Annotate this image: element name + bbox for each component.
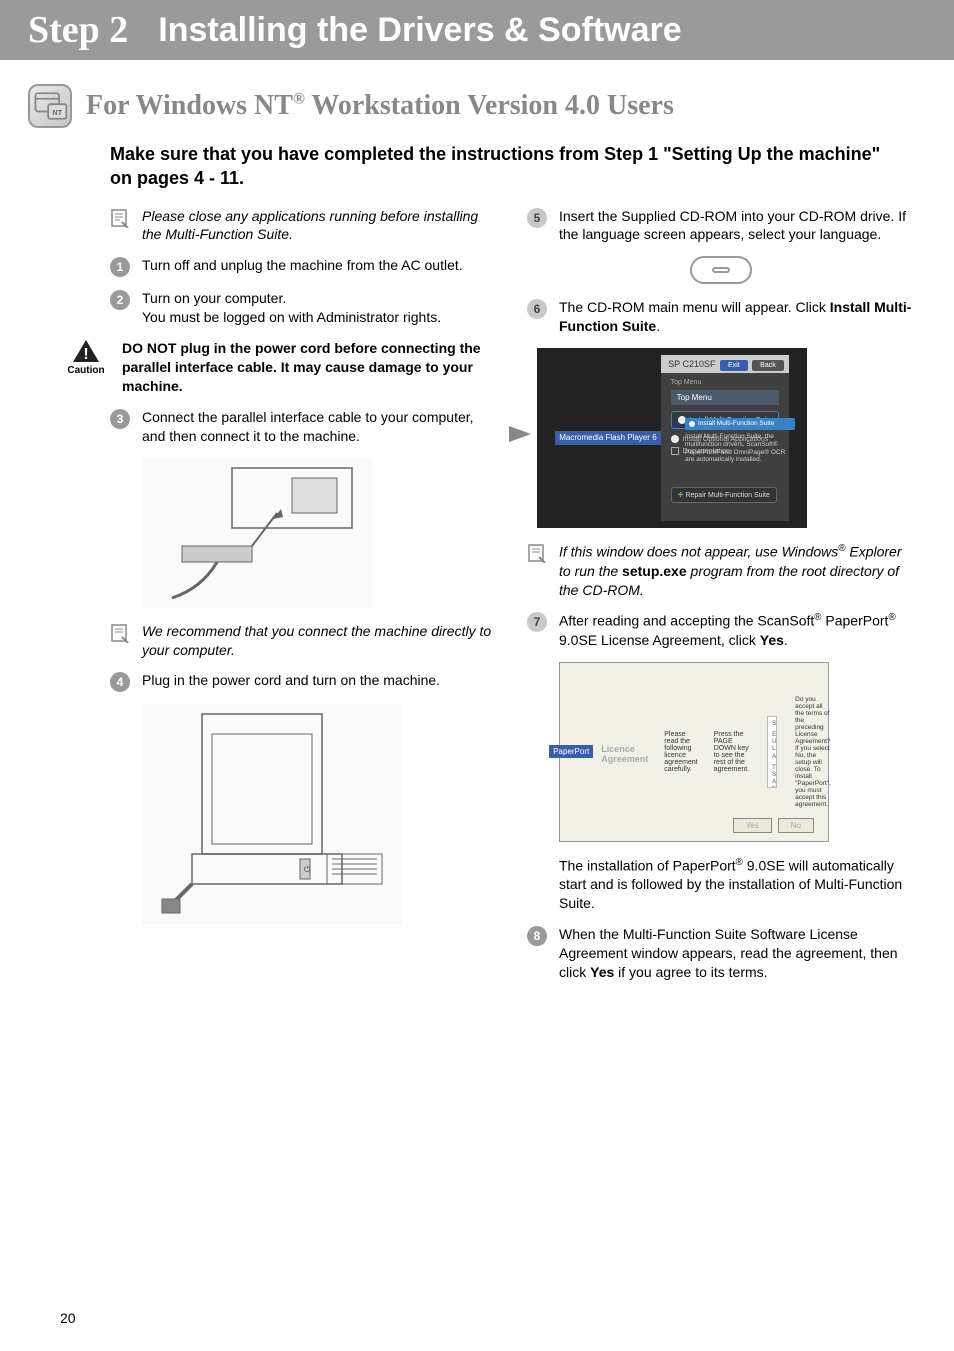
svg-text:NT: NT (52, 108, 62, 117)
step-4-badge: 4 (110, 672, 130, 692)
note-icon (110, 623, 130, 643)
step7-mid2: 9.0SE License Agreement, click (559, 632, 760, 648)
step-2-badge: 2 (110, 290, 130, 310)
license-heading: Licence Agreement (593, 740, 656, 764)
menu-model: SP C210SF (668, 359, 715, 369)
step7-sup1: ® (814, 612, 821, 623)
step7-prefix: After reading and accepting the ScanSoft (559, 613, 814, 629)
cd-icon (671, 435, 679, 443)
page-number: 20 (60, 1310, 76, 1326)
figure-power-on: ⏻ (142, 704, 402, 924)
step-6-text: The CD-ROM main menu will appear. Click … (559, 298, 914, 336)
post7-prefix: The installation of PaperPort (559, 858, 736, 874)
left-column: Please close any applications running be… (110, 207, 497, 994)
license-sub2: Press the PAGE DOWN key to see the rest … (706, 729, 757, 775)
intro-text: Make sure that you have completed the in… (0, 138, 954, 207)
license-sub1: Please read the following licence agreem… (656, 729, 705, 775)
menu-desc-body: Install Multi-Function Suite: the multif… (685, 433, 785, 463)
section-heading: NT For Windows NT® Workstation Version 4… (0, 60, 954, 138)
step-3-text: Connect the parallel interface cable to … (142, 408, 497, 446)
section-title: For Windows NT® Workstation Version 4.0 … (86, 90, 674, 122)
note-icon (527, 543, 547, 563)
note-close-apps: Please close any applications running be… (142, 207, 497, 245)
menu-item-description: Install Multi-Function Suite Install Mul… (685, 418, 795, 464)
step-8-badge: 8 (527, 926, 547, 946)
menu-exit-button[interactable]: Exit (720, 360, 748, 371)
arrow-icon (509, 426, 531, 442)
step-6-suffix: . (656, 318, 660, 334)
note3-prefix: If this window does not appear, use Wind… (559, 544, 838, 560)
warning-icon: ! (72, 339, 100, 363)
note3-bold: setup.exe (622, 563, 687, 579)
step-1-text: Turn off and unplug the machine from the… (142, 256, 497, 275)
cd-icon (689, 421, 695, 427)
caution-text: DO NOT plug in the power cord before con… (122, 339, 497, 396)
step8-bold: Yes (590, 964, 614, 980)
menu-section-label: Top Menu (671, 390, 779, 405)
os-heading-suffix: Workstation Version 4.0 Users (305, 90, 674, 121)
step7-bold: Yes (760, 632, 784, 648)
step-label: Step 2 (28, 8, 128, 52)
step-6-badge: 6 (527, 299, 547, 319)
right-column: 5 Insert the Supplied CD-ROM into your C… (527, 207, 914, 994)
menu-item-repair-label: Repair Multi-Function Suite (685, 492, 769, 499)
step-3-badge: 3 (110, 409, 130, 429)
menu-breadcrumb: Top Menu (671, 377, 779, 388)
license-no-button[interactable]: No (778, 818, 814, 833)
license-text-area[interactable]: ScanSoft End User License Agreement THE … (767, 716, 777, 788)
step-5-text: Insert the Supplied CD-ROM into your CD-… (559, 207, 914, 245)
figure-cd-eject-button (690, 256, 752, 284)
figure-cd-menu: Macromedia Flash Player 6 SP C210SF Exit… (537, 348, 807, 528)
note-setup-exe: If this window does not appear, use Wind… (559, 542, 914, 599)
windows-nt-icon: NT (28, 84, 72, 128)
menu-back-button[interactable]: Back (752, 360, 784, 371)
page-title: Installing the Drivers & Software (158, 11, 681, 50)
note-direct-connect: We recommend that you connect the machin… (142, 622, 497, 660)
step-7-badge: 7 (527, 612, 547, 632)
license-yes-button[interactable]: Yes (733, 818, 772, 833)
menu-titlebar: Macromedia Flash Player 6 (555, 431, 660, 445)
svg-text:!: ! (83, 346, 88, 363)
step-2-text: Turn on your computer. You must be logge… (142, 289, 497, 327)
figure-license-dialog: PaperPort Licence Agreement Please read … (559, 662, 829, 842)
step-1-badge: 1 (110, 257, 130, 277)
step-8-text: When the Multi-Function Suite Software L… (559, 925, 914, 982)
step7-suffix: . (784, 632, 788, 648)
license-titlebar: PaperPort (549, 745, 593, 758)
step-6-prefix: The CD-ROM main menu will appear. Click (559, 299, 830, 315)
registered-mark: ® (293, 91, 305, 108)
caution-label: Caution (67, 365, 104, 376)
menu-desc-title: Install Multi-Function Suite (698, 420, 774, 428)
note-icon (110, 208, 130, 228)
os-heading-prefix: For Windows NT (86, 90, 293, 121)
figure-parallel-cable (142, 458, 372, 608)
step7-mid1: PaperPort (822, 613, 889, 629)
step7-sup2: ® (888, 612, 895, 623)
doc-icon (671, 447, 679, 455)
step-7-text: After reading and accepting the ScanSoft… (559, 611, 914, 649)
license-prompt: Do you accept all the terms of the prece… (787, 694, 839, 810)
step8-suffix: if you agree to its terms. (614, 964, 767, 980)
svg-text:⏻: ⏻ (304, 865, 311, 874)
step-2-line2: You must be logged on with Administrator… (142, 309, 441, 325)
step-5-badge: 5 (527, 208, 547, 228)
post7-sup: ® (736, 857, 743, 868)
caution-badge: ! Caution (62, 339, 110, 376)
eject-slot-icon (712, 267, 730, 273)
step-4-text: Plug in the power cord and turn on the m… (142, 671, 497, 690)
page-header: Step 2 Installing the Drivers & Software (0, 0, 954, 60)
menu-item-repair[interactable]: ✚ Repair Multi-Function Suite (671, 487, 777, 503)
step-2-line1: Turn on your computer. (142, 290, 286, 306)
post-step-7-text: The installation of PaperPort® 9.0SE wil… (559, 856, 914, 913)
